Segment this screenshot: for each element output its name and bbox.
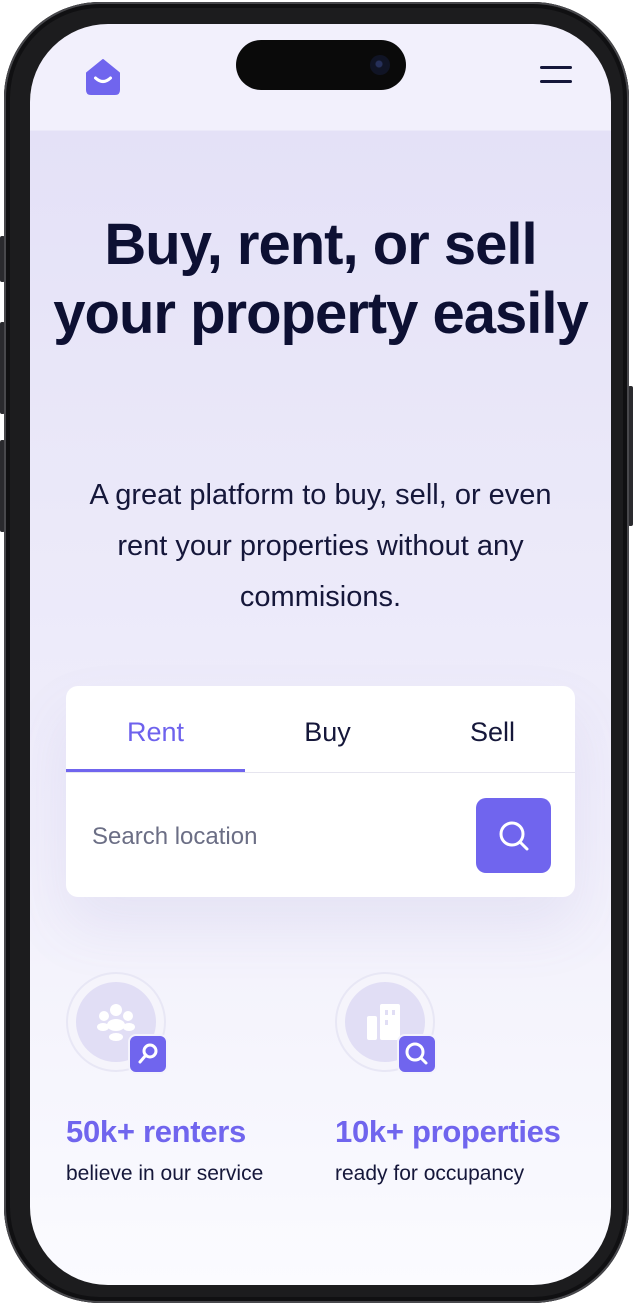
search-card: Rent Buy Sell (66, 686, 575, 897)
front-camera (370, 55, 390, 75)
stat-value: 10k+ properties (335, 1114, 561, 1149)
hamburger-menu-icon[interactable] (540, 64, 574, 86)
phone-screen: Buy, rent, or sell your property easily … (30, 24, 611, 1285)
stat-value: 50k+ renters (66, 1114, 246, 1149)
search-icon (405, 1042, 428, 1065)
home-logo-icon[interactable] (83, 58, 123, 96)
stat-label: believe in our service (66, 1162, 264, 1185)
stat-badge (128, 1034, 168, 1074)
stat-label: ready for occupancy (335, 1162, 525, 1185)
tab-sell[interactable]: Sell (410, 686, 575, 772)
menu-line-top (540, 66, 572, 69)
tab-buy[interactable]: Buy (245, 686, 410, 772)
key-icon (138, 1043, 158, 1064)
hero-title: Buy, rent, or sell your property easily (53, 212, 588, 346)
search-icon (499, 821, 529, 851)
hero-subtitle: A great platform to buy, sell, or even r… (89, 479, 552, 613)
phone-frame: Buy, rent, or sell your property easily … (4, 2, 629, 1303)
stat-badge (397, 1034, 437, 1074)
search-button[interactable] (476, 798, 551, 873)
tab-rent[interactable]: Rent (66, 686, 245, 772)
tab-divider (66, 772, 575, 773)
menu-line-bottom (540, 80, 572, 83)
dynamic-island (236, 40, 406, 90)
search-location-input[interactable] (90, 799, 464, 875)
